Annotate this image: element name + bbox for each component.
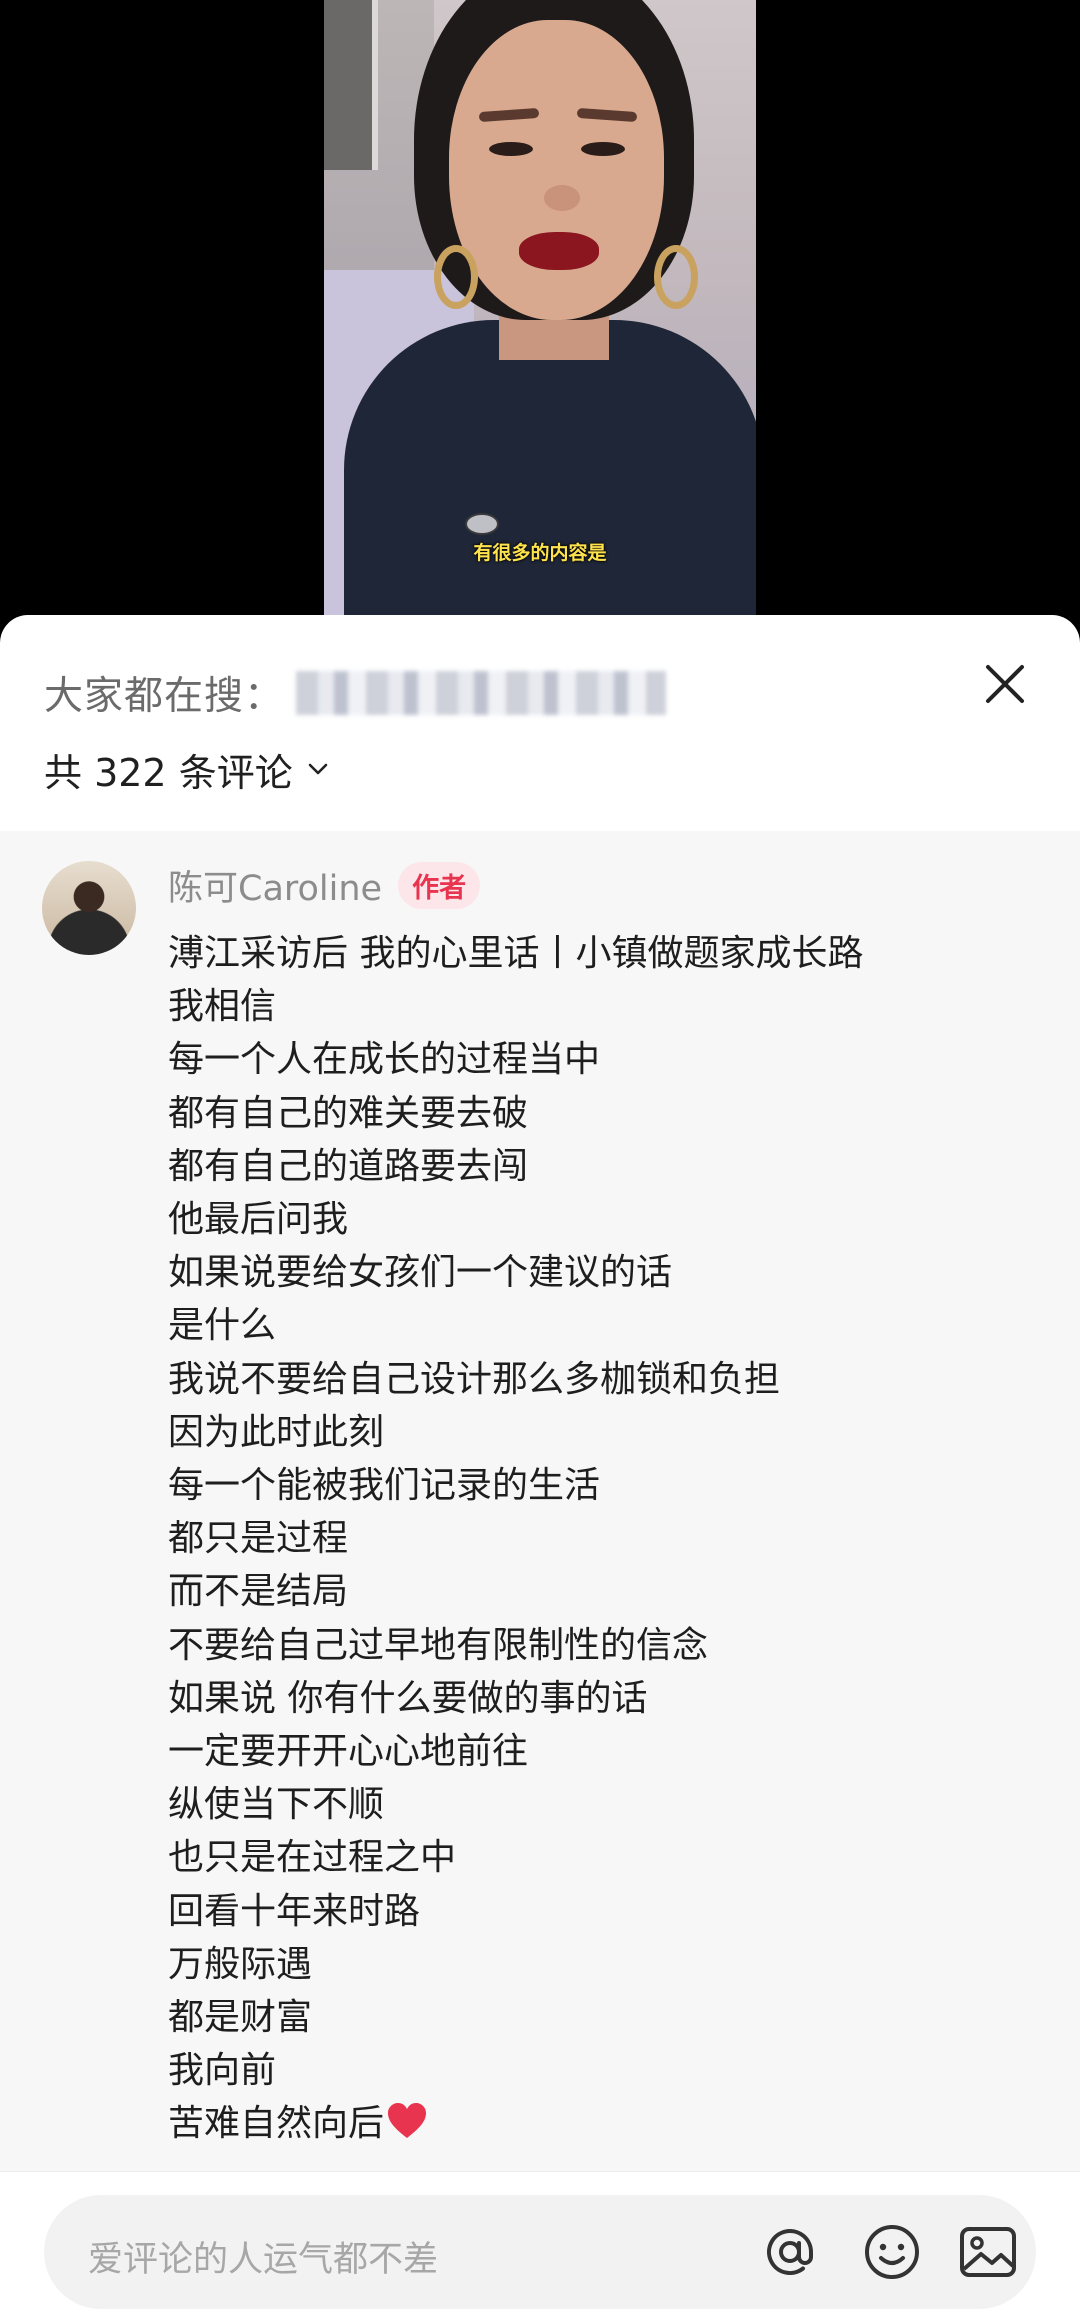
comment-line: 如果说要给女孩们一个建议的话 bbox=[168, 1246, 1048, 1299]
comment-line-text: 而不是结局 bbox=[168, 1571, 349, 1613]
comment-line-text: 都只是过程 bbox=[168, 1518, 349, 1560]
video-frame[interactable]: 有很多的内容是 bbox=[324, 0, 756, 615]
comment-line: 苦难自然向后 bbox=[168, 2097, 1048, 2150]
comment-line: 因为此时此刻 bbox=[168, 1406, 1048, 1459]
video-person-earring bbox=[654, 245, 698, 309]
comment-line-text: 每一个人在成长的过程当中 bbox=[168, 1039, 601, 1081]
at-icon[interactable] bbox=[759, 2221, 821, 2283]
comment-count: 共 322 条评论 bbox=[44, 750, 293, 795]
comment-line-text: 苦难自然向后 bbox=[168, 2103, 385, 2145]
comment-line-text: 我说不要给自己设计那么多枷锁和负担 bbox=[168, 1358, 781, 1400]
subtitle-mouse-icon bbox=[465, 513, 499, 535]
comment-line: 都是财富 bbox=[168, 1991, 1048, 2044]
comment-line-text: 我向前 bbox=[168, 2050, 277, 2092]
comment-input-bar: 爱评论的人运气都不差 bbox=[0, 2171, 1080, 2320]
comment-line-text: 如果说要给女孩们一个建议的话 bbox=[168, 1252, 673, 1294]
comment-line-text: 都有自己的道路要去闯 bbox=[168, 1145, 529, 1187]
comment-line-text: 万般际遇 bbox=[168, 1943, 313, 1985]
comment-input-placeholder: 爱评论的人运气都不差 bbox=[88, 2240, 439, 2280]
comment-line-text: 因为此时此刻 bbox=[168, 1411, 385, 1453]
comment-line: 回看十年来时路 bbox=[168, 1885, 1048, 1938]
video-person-face bbox=[449, 20, 664, 320]
comment-line: 也只是在过程之中 bbox=[168, 1831, 1048, 1884]
comment-input[interactable]: 爱评论的人运气都不差 bbox=[44, 2195, 1036, 2309]
chevron-down-icon bbox=[308, 763, 328, 775]
video-person-eye bbox=[581, 142, 625, 156]
comment-count-sort[interactable]: 共 322 条评论 bbox=[44, 739, 329, 799]
author-name[interactable]: 陈可Caroline bbox=[168, 860, 382, 911]
comment-line: 我相信 bbox=[168, 980, 1048, 1033]
comment-line-text: 是什么 bbox=[168, 1305, 277, 1347]
trending-search[interactable]: 大家都在搜： bbox=[44, 663, 667, 723]
video-person-brow bbox=[576, 107, 638, 123]
comment-line-text: 都是财富 bbox=[168, 1997, 313, 2039]
comment-line-text: 回看十年来时路 bbox=[168, 1890, 421, 1932]
video-player[interactable]: 有很多的内容是 bbox=[0, 0, 1080, 640]
comment-line: 每一个能被我们记录的生活 bbox=[168, 1459, 1048, 1512]
video-person-nose bbox=[544, 185, 580, 211]
video-wall-panel bbox=[324, 0, 378, 170]
comment-line-text: 不要给自己过早地有限制性的信念 bbox=[168, 1624, 709, 1666]
comment-line: 我说不要给自己设计那么多枷锁和负担 bbox=[168, 1353, 1048, 1406]
trending-search-label: 大家都在搜： bbox=[44, 674, 285, 719]
comment-line-text: 都有自己的难关要去破 bbox=[168, 1092, 529, 1134]
video-person-eye bbox=[489, 142, 533, 156]
comment-header: 陈可Caroline 作者 bbox=[168, 857, 481, 913]
comment-sheet: 大家都在搜： 共 322 条评论 陈可Caroline 作者 溥江采访后 我的心… bbox=[0, 615, 1080, 2320]
comment-line: 万般际遇 bbox=[168, 1938, 1048, 1991]
comment-line: 我向前 bbox=[168, 2044, 1048, 2097]
comment-line-text: 纵使当下不顺 bbox=[168, 1784, 385, 1826]
comment-line-text: 每一个能被我们记录的生活 bbox=[168, 1465, 601, 1507]
comment-line: 他最后问我 bbox=[168, 1193, 1048, 1246]
image-icon[interactable] bbox=[957, 2221, 1019, 2283]
comment-line-text: 我相信 bbox=[168, 986, 277, 1028]
avatar[interactable] bbox=[42, 861, 136, 955]
comment-line-text: 他最后问我 bbox=[168, 1199, 349, 1241]
video-person-earring bbox=[434, 245, 478, 309]
video-person-lips bbox=[519, 232, 599, 270]
close-icon[interactable] bbox=[980, 659, 1030, 709]
trending-search-term-blurred[interactable] bbox=[296, 671, 667, 715]
video-person-brow bbox=[478, 107, 540, 123]
comment-line: 不要给自己过早地有限制性的信念 bbox=[168, 1619, 1048, 1672]
video-subtitle: 有很多的内容是 bbox=[473, 542, 607, 564]
comment-line-text: 如果说 你有什么要做的事的话 bbox=[168, 1677, 648, 1719]
comment-line: 都有自己的难关要去破 bbox=[168, 1087, 1048, 1140]
comment-text[interactable]: 溥江采访后 我的心里话丨小镇做题家成长路 我相信每一个人在成长的过程当中 都有自己的… bbox=[168, 927, 1048, 2151]
comment-line-text: 也只是在过程之中 bbox=[168, 1837, 457, 1879]
comment-line: 而不是结局 bbox=[168, 1565, 1048, 1618]
video-person-shirt bbox=[344, 320, 756, 615]
comment-line: 如果说 你有什么要做的事的话 bbox=[168, 1672, 1048, 1725]
comment-line: 溥江采访后 我的心里话丨小镇做题家成长路 bbox=[168, 927, 1048, 980]
comment-line: 每一个人在成长的过程当中 bbox=[168, 1033, 1048, 1086]
comment-line: 一定要开开心心地前往 bbox=[168, 1725, 1048, 1778]
heart-emoji-icon bbox=[388, 2103, 427, 2139]
emoji-icon[interactable] bbox=[861, 2221, 923, 2283]
comment-line: 纵使当下不顺 bbox=[168, 1778, 1048, 1831]
comment-list[interactable]: 陈可Caroline 作者 溥江采访后 我的心里话丨小镇做题家成长路 我相信每一个… bbox=[0, 831, 1080, 2171]
comment-line-text: 一定要开开心心地前往 bbox=[168, 1731, 529, 1773]
comment-line: 是什么 bbox=[168, 1299, 1048, 1352]
comment-line-text: 溥江采访后 我的心里话丨小镇做题家成长路 bbox=[168, 933, 864, 974]
comment-line: 都有自己的道路要去闯 bbox=[168, 1140, 1048, 1193]
author-badge: 作者 bbox=[398, 861, 481, 909]
comment-line: 都只是过程 bbox=[168, 1512, 1048, 1565]
